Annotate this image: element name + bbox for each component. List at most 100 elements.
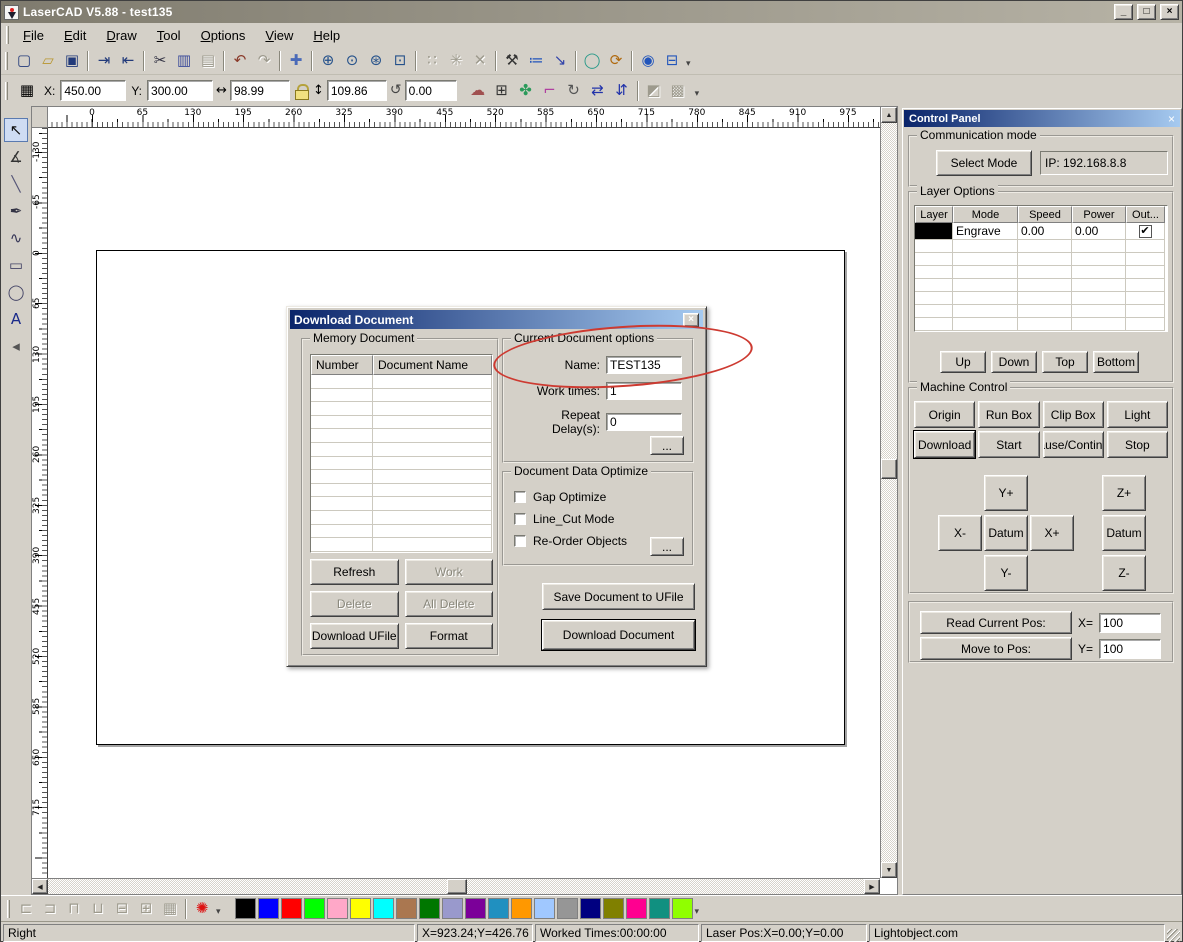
- layer-empty-cell[interactable]: [915, 240, 953, 253]
- weld-icon[interactable]: ☁: [466, 79, 490, 102]
- mirror-h-icon[interactable]: ⇄: [586, 79, 610, 102]
- rotate-circle-icon[interactable]: ⟳: [604, 49, 628, 72]
- memory-empty-cell[interactable]: [311, 429, 373, 443]
- layer-empty-cell[interactable]: [1018, 253, 1072, 266]
- ellipse-tool-icon[interactable]: ◯: [4, 280, 28, 304]
- layer-top-button[interactable]: Top: [1042, 351, 1088, 373]
- open-icon[interactable]: ▱: [36, 49, 60, 72]
- memory-empty-cell[interactable]: [373, 497, 492, 511]
- output-checkbox[interactable]: ✔: [1139, 225, 1152, 238]
- node-edit-tool-icon[interactable]: ∡: [4, 145, 28, 169]
- import-icon[interactable]: ⇥: [92, 49, 116, 72]
- memory-empty-cell[interactable]: [373, 416, 492, 430]
- checkbox-line-cut-mode[interactable]: [514, 513, 526, 525]
- layer-empty-cell[interactable]: [953, 318, 1018, 331]
- layer-empty-cell[interactable]: [1018, 266, 1072, 279]
- line-tool-icon[interactable]: ╲: [4, 172, 28, 196]
- toolbar-overflow-icon[interactable]: ▾: [695, 88, 700, 99]
- laser-origin-dropdown-icon[interactable]: ▾: [216, 906, 221, 917]
- color-swatch[interactable]: [304, 898, 325, 919]
- color-swatch[interactable]: [511, 898, 532, 919]
- color-swatch[interactable]: [442, 898, 463, 919]
- layer-empty-cell[interactable]: [953, 279, 1018, 292]
- color-swatch[interactable]: [258, 898, 279, 919]
- layer-empty-cell[interactable]: [1072, 279, 1126, 292]
- layer-empty-cell[interactable]: [915, 279, 953, 292]
- hammer-tool-icon[interactable]: ⚒: [500, 49, 524, 72]
- read-current-pos-button[interactable]: Read Current Pos:: [920, 611, 1072, 634]
- document-name-field[interactable]: TEST135: [606, 356, 682, 374]
- zoom-all-icon[interactable]: ⊛: [364, 49, 388, 72]
- layer-empty-cell[interactable]: [1126, 279, 1165, 292]
- memory-empty-cell[interactable]: [373, 538, 492, 552]
- memory-empty-cell[interactable]: [373, 525, 492, 539]
- memory-empty-cell[interactable]: [311, 443, 373, 457]
- pos-y-field[interactable]: 100: [1099, 639, 1161, 659]
- layer-up-button[interactable]: Up: [940, 351, 986, 373]
- vertical-scroll-thumb[interactable]: [881, 459, 897, 479]
- reorder-more-button[interactable]: ...: [650, 537, 684, 556]
- memory-empty-cell[interactable]: [373, 470, 492, 484]
- layer-empty-cell[interactable]: [953, 266, 1018, 279]
- rotate-hand-icon[interactable]: ↻: [562, 79, 586, 102]
- stop-button[interactable]: Stop: [1107, 431, 1168, 458]
- menu-draw[interactable]: Draw: [96, 24, 146, 47]
- anchor-grid-icon[interactable]: ▦: [15, 79, 39, 102]
- horizontal-scrollbar[interactable]: ◀ ▶: [32, 878, 880, 894]
- copy-icon[interactable]: ▥: [172, 49, 196, 72]
- control-panel-close-icon[interactable]: ×: [1168, 112, 1175, 126]
- scroll-right-icon[interactable]: ▶: [864, 879, 880, 894]
- memory-empty-cell[interactable]: [373, 443, 492, 457]
- menu-edit[interactable]: Edit: [54, 24, 96, 47]
- layer-empty-cell[interactable]: [1018, 240, 1072, 253]
- angle-field[interactable]: 0.00: [405, 80, 457, 101]
- y-position-field[interactable]: 300.00: [147, 80, 213, 101]
- color-swatch[interactable]: [488, 898, 509, 919]
- memory-empty-cell[interactable]: [311, 457, 373, 471]
- color-swatch[interactable]: [465, 898, 486, 919]
- dialog-close-icon[interactable]: ×: [683, 313, 699, 327]
- layer-empty-cell[interactable]: [1018, 279, 1072, 292]
- layer-empty-cell[interactable]: [953, 305, 1018, 318]
- layer-empty-cell[interactable]: [1018, 318, 1072, 331]
- cut-icon[interactable]: ✂: [148, 49, 172, 72]
- layer-color-cell[interactable]: [915, 223, 953, 240]
- param-list-icon[interactable]: ≔: [524, 49, 548, 72]
- layer-empty-cell[interactable]: [1072, 292, 1126, 305]
- rectangle-tool-icon[interactable]: ▭: [4, 253, 28, 277]
- layer-empty-cell[interactable]: [1072, 240, 1126, 253]
- layer-empty-cell[interactable]: [915, 253, 953, 266]
- clip-box-button[interactable]: Clip Box: [1043, 401, 1104, 428]
- color-swatch[interactable]: [580, 898, 601, 919]
- node-circle-icon[interactable]: ◯: [580, 49, 604, 72]
- export-icon[interactable]: ⇤: [116, 49, 140, 72]
- scroll-down-icon[interactable]: ▼: [881, 862, 897, 878]
- jog-datum-button[interactable]: Datum: [984, 515, 1028, 551]
- memory-empty-cell[interactable]: [373, 429, 492, 443]
- color-swatch[interactable]: [350, 898, 371, 919]
- laser-machine-icon[interactable]: ◉: [636, 49, 660, 72]
- width-field[interactable]: 98.99: [230, 80, 290, 101]
- download-ufile-button[interactable]: Download UFile: [310, 623, 399, 649]
- layer-empty-cell[interactable]: [953, 240, 1018, 253]
- menu-file[interactable]: File: [13, 24, 54, 47]
- memory-empty-cell[interactable]: [373, 457, 492, 471]
- simulate-icon[interactable]: ⊟: [660, 49, 684, 72]
- toolbar-grip[interactable]: [5, 52, 8, 70]
- color-swatch[interactable]: [396, 898, 417, 919]
- color-swatch[interactable]: [281, 898, 302, 919]
- run-box-button[interactable]: Run Box: [978, 401, 1039, 428]
- menu-view[interactable]: View: [255, 24, 303, 47]
- jog-z-minus-button[interactable]: Z-: [1102, 555, 1146, 591]
- zoom-window-icon[interactable]: ⊙: [340, 49, 364, 72]
- jog-y-plus-button[interactable]: Y+: [984, 475, 1028, 511]
- toolbar-grip[interactable]: [7, 900, 10, 918]
- corner-tool-icon[interactable]: ⌐: [538, 79, 562, 102]
- color-swatch[interactable]: [419, 898, 440, 919]
- download-button[interactable]: Download: [914, 431, 975, 458]
- checkbox-gap-optimize[interactable]: [514, 491, 526, 503]
- memory-empty-cell[interactable]: [311, 538, 373, 552]
- text-tool-icon[interactable]: A: [4, 307, 28, 331]
- color-swatch[interactable]: [557, 898, 578, 919]
- memory-document-table[interactable]: NumberDocument Name: [310, 354, 493, 553]
